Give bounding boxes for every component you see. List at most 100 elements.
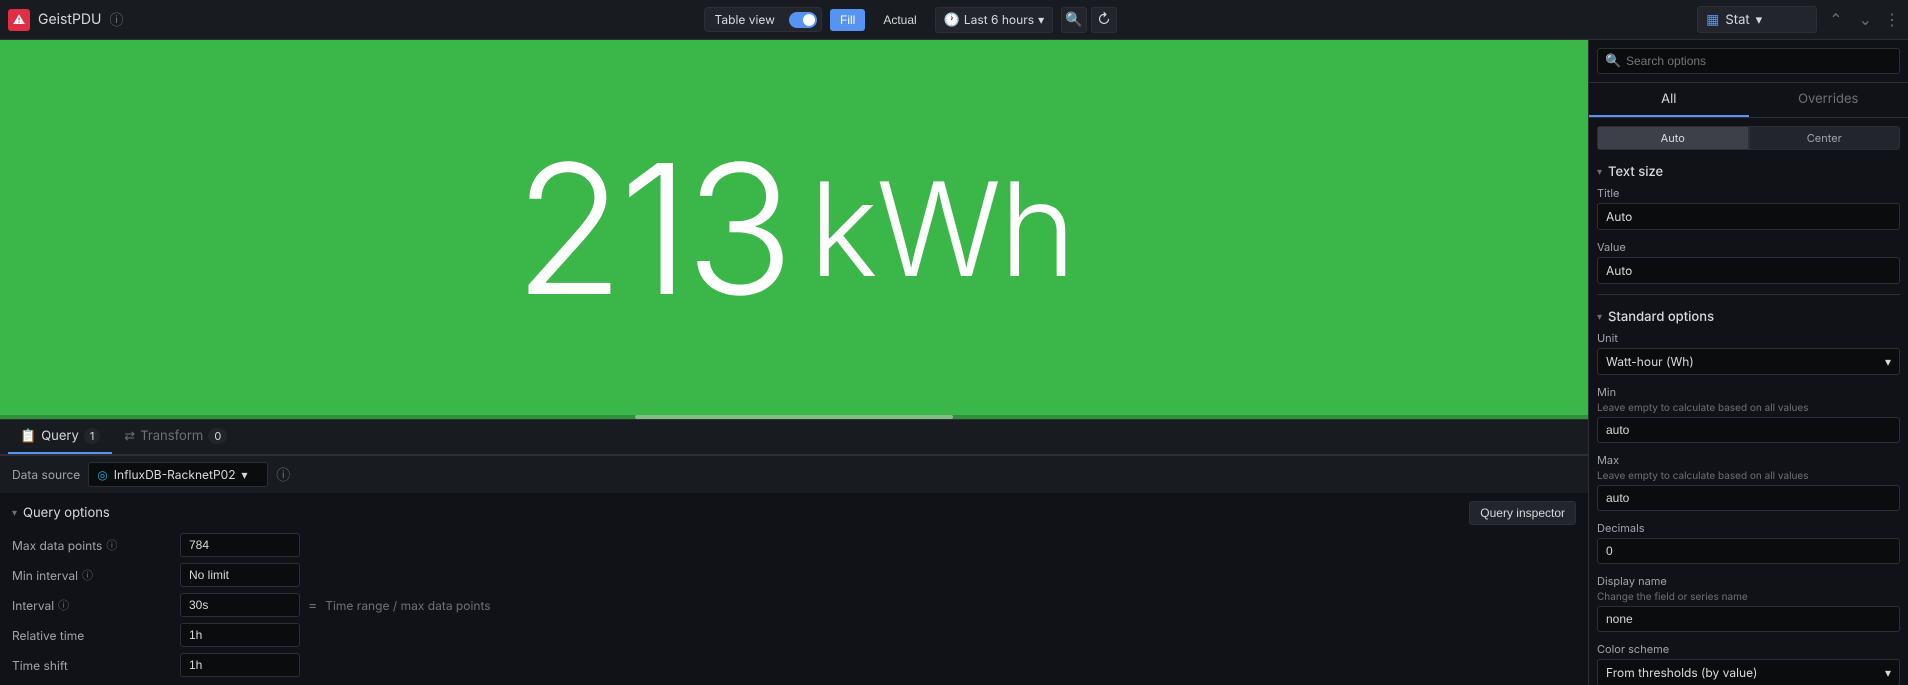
search-input[interactable] [1597, 48, 1900, 74]
search-icon: 🔍 [1605, 53, 1621, 69]
standard-options-title: Standard options [1608, 309, 1714, 325]
top-toolbar: ⚠ GeistPDU ⓘ Table view Fill Actual 🕐 La… [0, 0, 1908, 40]
influx-icon: ◎ [97, 467, 107, 482]
query-header: ▾ Query options Query inspector [12, 501, 1576, 525]
text-size-title: Text size [1608, 164, 1663, 180]
max-option: Max Leave empty to calculate based on al… [1597, 453, 1900, 511]
standard-options-chevron: ▾ [1597, 311, 1602, 323]
query-options-label: Query options [23, 505, 110, 521]
tab-overrides[interactable]: Overrides [1749, 83, 1908, 117]
right-panel-content: Auto Center ▾ Text size Title Auto Value… [1589, 118, 1908, 685]
text-size-section-header[interactable]: ▾ Text size [1597, 154, 1900, 186]
query-options-chevron[interactable]: ▾ [12, 507, 17, 519]
actual-button[interactable]: Actual [873, 9, 926, 31]
info-icon[interactable]: ⓘ [109, 10, 123, 30]
color-scheme-select[interactable]: From thresholds (by value) ▾ [1597, 659, 1900, 685]
unit-label: Unit [1597, 331, 1900, 345]
divider-1 [1597, 294, 1900, 295]
fill-button[interactable]: Fill [830, 9, 865, 31]
tab-transform[interactable]: ⇄ Transform 0 [112, 420, 239, 454]
min-input[interactable] [1597, 417, 1900, 443]
table-view-toggle[interactable]: Table view [704, 7, 822, 32]
refresh-button[interactable]: ↻ [1091, 7, 1117, 33]
data-source-info-button[interactable]: ⓘ [276, 465, 290, 485]
value-label: Value [1597, 240, 1900, 254]
value-input[interactable]: Auto [1597, 257, 1900, 284]
min-interval-label: Min interval ⓘ [12, 567, 172, 583]
time-range-button[interactable]: 🕐 Last 6 hours ▾ [935, 7, 1053, 33]
chevron-down-icon-ds: ▾ [242, 467, 248, 482]
tab-all[interactable]: All [1589, 83, 1749, 117]
decimals-label: Decimals [1597, 521, 1900, 535]
time-shift-input[interactable] [180, 653, 300, 677]
maximize-button[interactable]: ⌄ [1855, 6, 1876, 34]
tab-query-label: Query [41, 428, 79, 444]
chevron-down-color: ▾ [1885, 665, 1891, 680]
data-source-row: Data source ◎ InfluxDB-RacknetP02 ▾ ⓘ [0, 455, 1588, 493]
zoom-out-button[interactable]: 🔍 [1061, 7, 1087, 33]
display-name-label: Display name [1597, 574, 1900, 588]
search-wrapper: 🔍 [1597, 48, 1900, 74]
interval-label: Interval ⓘ [12, 597, 172, 613]
data-source-label: Data source [12, 467, 80, 482]
relative-time-label: Relative time [12, 628, 172, 643]
interval-info-icon[interactable]: ⓘ [58, 597, 69, 613]
standard-options-section-header[interactable]: ▾ Standard options [1597, 299, 1900, 331]
query-badge: 1 [84, 428, 100, 444]
display-name-hint: Change the field or series name [1597, 591, 1900, 603]
text-size-chevron: ▾ [1597, 166, 1602, 178]
interval-equal: = [308, 597, 317, 614]
max-hint: Leave empty to calculate based on all va… [1597, 470, 1900, 482]
data-source-select[interactable]: ◎ InfluxDB-RacknetP02 ▾ [88, 462, 268, 487]
query-inspector-button[interactable]: Query inspector [1469, 501, 1576, 525]
decimals-input[interactable] [1597, 538, 1900, 564]
title-label: Title [1597, 186, 1900, 200]
alert-icon: ⚠ [8, 9, 30, 31]
decimals-option: Decimals [1597, 521, 1900, 564]
toolbar-right: ▦ Stat ▾ ⌃ ⌄ ⋮ [1697, 6, 1900, 34]
display-name-input[interactable] [1597, 606, 1900, 632]
center-align-button[interactable]: Center [1749, 126, 1901, 150]
toolbar-left: ⚠ GeistPDU ⓘ [8, 9, 123, 31]
title-input[interactable]: Auto [1597, 203, 1900, 230]
title-option: Title Auto [1597, 186, 1900, 230]
viz-unit: kWh [809, 165, 1074, 295]
color-scheme-value: From thresholds (by value) [1606, 665, 1757, 680]
minimize-button[interactable]: ⌃ [1825, 6, 1846, 34]
query-options-title: ▾ Query options [12, 505, 110, 521]
time-range-label: Last 6 hours [964, 12, 1034, 27]
tab-query[interactable]: 📋 Query 1 [8, 420, 112, 454]
viz-scrollbar[interactable] [0, 415, 1588, 419]
chevron-down-icon: ▾ [1038, 12, 1044, 27]
interval-hint: Time range / max data points [325, 598, 490, 613]
color-scheme-option: Color scheme From thresholds (by value) … [1597, 642, 1900, 685]
min-interval-input[interactable] [180, 563, 300, 587]
left-panel: 213 kWh 📋 Query 1 ⇄ Transform 0 Data sou… [0, 40, 1588, 685]
min-interval-info-icon[interactable]: ⓘ [82, 567, 93, 583]
table-view-switch[interactable] [789, 12, 817, 28]
max-label: Max [1597, 453, 1900, 467]
max-input[interactable] [1597, 485, 1900, 511]
max-data-points-info-icon[interactable]: ⓘ [106, 537, 117, 553]
tab-transform-label: Transform [140, 428, 203, 444]
time-shift-label: Time shift [12, 658, 172, 673]
chevron-down-unit: ▾ [1885, 354, 1891, 369]
unit-value: Watt-hour (Wh) [1606, 354, 1694, 369]
right-tabs: All Overrides [1589, 83, 1908, 118]
stat-icon: ▦ [1706, 11, 1719, 28]
transform-icon: ⇄ [124, 428, 135, 444]
auto-align-button[interactable]: Auto [1597, 126, 1749, 150]
max-data-points-label: Max data points ⓘ [12, 537, 172, 553]
max-data-points-input[interactable] [180, 533, 300, 557]
more-options-button[interactable]: ⋮ [1884, 10, 1900, 30]
interval-row-right: = Time range / max data points [308, 597, 1576, 614]
stat-label: Stat [1725, 12, 1749, 28]
query-icon: 📋 [20, 428, 36, 444]
visualization-type-dropdown[interactable]: ▦ Stat ▾ [1697, 6, 1817, 33]
min-hint: Leave empty to calculate based on all va… [1597, 402, 1900, 414]
relative-time-input[interactable] [180, 623, 300, 647]
unit-select[interactable]: Watt-hour (Wh) ▾ [1597, 348, 1900, 375]
toolbar-center: Table view Fill Actual 🕐 Last 6 hours ▾ … [704, 7, 1118, 33]
interval-input[interactable] [180, 593, 300, 617]
panel-title: GeistPDU [38, 11, 101, 28]
